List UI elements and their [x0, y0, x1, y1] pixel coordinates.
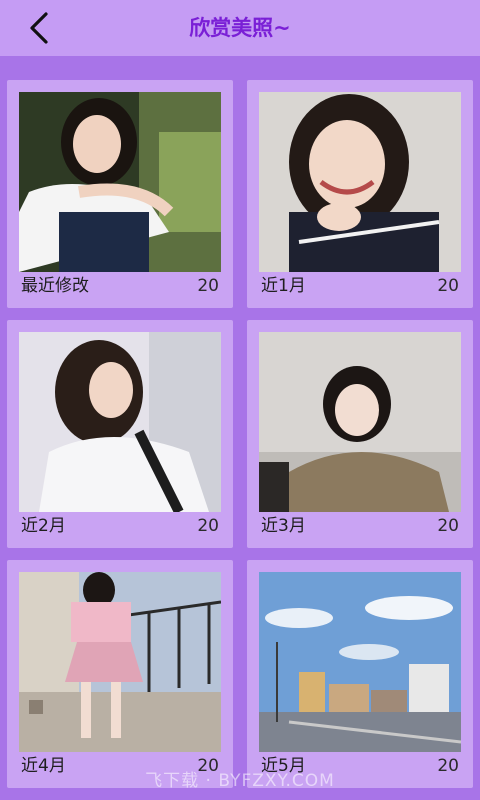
album-grid: 最近修改 20 近1月 20 近2月 20 近3月 20 近4月 20 近5月 … [0, 56, 480, 800]
album-cover-photo [19, 572, 221, 752]
album-label: 近3月 [261, 516, 306, 536]
album-cover-photo [19, 92, 221, 272]
top-bar: 欣赏美照~ [0, 0, 480, 56]
album-count: 20 [437, 276, 459, 296]
album-count: 20 [197, 276, 219, 296]
album-card-3-months[interactable]: 近3月 20 [247, 320, 473, 548]
album-label: 最近修改 [21, 276, 89, 296]
album-cover-photo [259, 92, 461, 272]
album-label: 近1月 [261, 276, 306, 296]
page-title: 欣赏美照~ [189, 16, 291, 40]
album-cover-photo [19, 332, 221, 512]
album-count: 20 [437, 516, 459, 536]
album-card-5-months[interactable]: 近5月 20 [247, 560, 473, 788]
album-count: 20 [197, 516, 219, 536]
album-label: 近2月 [21, 516, 66, 536]
watermark: 飞下载 · BYFZXY.COM [145, 771, 335, 791]
album-card-1-month[interactable]: 近1月 20 [247, 80, 473, 308]
album-cover-photo [259, 332, 461, 512]
album-cover-photo [259, 572, 461, 752]
album-card-recent[interactable]: 最近修改 20 [7, 80, 233, 308]
album-card-2-months[interactable]: 近2月 20 [7, 320, 233, 548]
album-card-4-months[interactable]: 近4月 20 [7, 560, 233, 788]
